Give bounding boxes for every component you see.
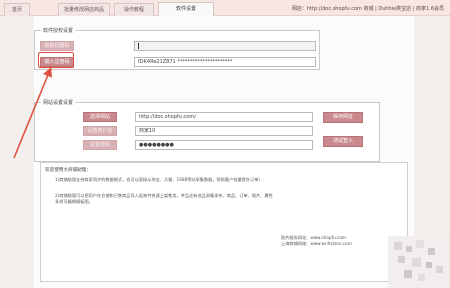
register-code-field[interactable]: fDK4Re21Z871 **********************: [134, 57, 316, 67]
settings-panel: 软件授权设置 获取机器码 输入注册码 fDK4Re21Z871 ********…: [34, 16, 414, 288]
save-url-button[interactable]: 保存网址: [323, 112, 363, 123]
password-field[interactable]: ●●●●●●●●: [135, 140, 313, 150]
login-group-title: 网站设置设置: [41, 99, 76, 106]
username-field[interactable]: 商家10: [135, 126, 313, 136]
select-site-button[interactable]: 选择网站: [83, 112, 117, 122]
get-machine-code-button[interactable]: 获取机器码: [40, 41, 74, 51]
auth-group-title: 软件授权设置: [41, 27, 76, 34]
set-password-button[interactable]: 设置密码: [83, 140, 117, 150]
watermark-mosaic: [388, 236, 450, 288]
tab-batch-edit[interactable]: 批量修改网店商品: [58, 3, 110, 16]
title-bar: 首页 批量修改网店商品 操作教程 软件设置 网店：http://doc.shop…: [0, 0, 450, 16]
notice-heading: 欢迎使用大商铺助理：: [45, 168, 91, 173]
tab-tutorial[interactable]: 操作教程: [114, 3, 154, 16]
login-group: 网站设置设置 选择网站 http://doc.shopfu.com/ 设置用户名…: [34, 99, 380, 162]
annotation-highlight-box: [38, 52, 74, 68]
site-url-field[interactable]: http://doc.shopfu.com/: [135, 112, 313, 122]
welcome-notice: 欢迎使用大商铺助理： 1)商铺助理支持商家同步的数据格式，也可以直接从淘宝、天猫…: [40, 162, 408, 282]
window-title: 网店：http://doc.shopfu.com 商城 | Duhhie类宝店 …: [291, 6, 444, 12]
auth-group: 软件授权设置 获取机器码 输入注册码 fDK4Re21Z871 ********…: [34, 27, 320, 70]
notice-line-3: 多样可编辑模板图。: [55, 199, 93, 204]
contact-line-2: 上海商铺网络：www.wnhstzon.com: [281, 241, 352, 246]
test-login-button[interactable]: 测试登入: [323, 136, 363, 147]
tab-settings[interactable]: 软件设置: [158, 2, 214, 16]
machine-code-field[interactable]: [134, 41, 316, 51]
tab-home[interactable]: 首页: [4, 3, 30, 16]
set-account-button[interactable]: 设置用户名: [83, 126, 117, 136]
notice-line-1: 1)商铺助理支持商家同步的数据格式，也可以直接从淘宝、天猫、1688等站采集数据…: [55, 177, 263, 182]
